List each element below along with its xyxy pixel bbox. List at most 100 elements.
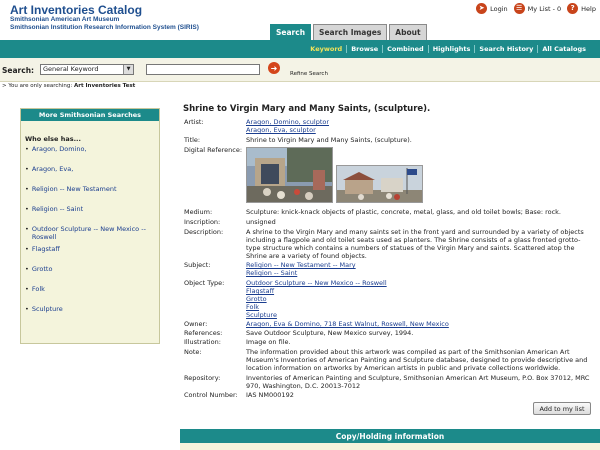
subnav-search-history[interactable]: Search History bbox=[474, 45, 537, 53]
main-tabs: Search Search Images About bbox=[270, 24, 427, 40]
login-link[interactable]: ➤ Login bbox=[476, 3, 508, 14]
museum-name[interactable]: Smithsonian American Art Museum bbox=[10, 16, 119, 23]
sidebar-item-label: Flagstaff bbox=[31, 245, 60, 253]
medium-value: Sculpture: knick-knack objects of plasti… bbox=[246, 208, 561, 216]
subnav-all-catalogs[interactable]: All Catalogs bbox=[537, 45, 590, 53]
sidebar-item[interactable]: • Aragon, Domino, bbox=[25, 145, 155, 153]
sidebar-item-label: Religion -- New Testament bbox=[31, 185, 117, 193]
sidebar-item[interactable]: • Folk bbox=[25, 285, 155, 293]
object-type-link[interactable]: Folk bbox=[246, 303, 592, 311]
owner-link[interactable]: Aragon, Eva & Domino, 718 East Walnut, R… bbox=[246, 320, 592, 328]
subject-link[interactable]: Religion -- Saint bbox=[246, 269, 592, 277]
artwork-thumbnail-2[interactable] bbox=[336, 165, 423, 203]
object-type-link[interactable]: Outdoor Sculpture -- New Mexico -- Roswe… bbox=[246, 279, 592, 287]
repository-value: Inventories of American Painting and Scu… bbox=[246, 374, 590, 390]
artwork-thumbnail-1[interactable] bbox=[246, 147, 333, 203]
search-type-value: General Keyword bbox=[43, 65, 99, 73]
subnav-combined[interactable]: Combined bbox=[382, 45, 428, 53]
title-value: Shrine to Virgin Mary and Many Saints, (… bbox=[246, 136, 412, 144]
shrine-photo-1 bbox=[247, 148, 332, 202]
refine-search-link[interactable]: Refine Search bbox=[290, 71, 328, 77]
catalog-title[interactable]: Art Inventories Catalog bbox=[10, 3, 142, 17]
search-scope: > You are only searching: Art Inventorie… bbox=[2, 83, 135, 89]
login-arrow-icon: ➤ bbox=[476, 3, 488, 14]
tab-search[interactable]: Search bbox=[270, 24, 312, 40]
note-value: The information provided about this artw… bbox=[246, 348, 588, 372]
subnav-browse[interactable]: Browse bbox=[346, 45, 382, 53]
bullet-icon: • bbox=[25, 245, 29, 253]
description-value: A shrine to the Virgin Mary and many sai… bbox=[246, 228, 584, 260]
owner-value: Aragon, Eva & Domino, 718 East Walnut, R… bbox=[246, 320, 592, 328]
search-input[interactable] bbox=[146, 64, 260, 75]
search-type-select[interactable]: General Keyword ▼ bbox=[40, 64, 134, 75]
sidebar-item[interactable]: • Aragon, Eva, bbox=[25, 165, 155, 173]
object-type-label: Object Type: bbox=[184, 279, 225, 287]
subnav-highlights[interactable]: Highlights bbox=[427, 45, 475, 53]
login-label: Login bbox=[490, 4, 508, 13]
tab-about[interactable]: About bbox=[389, 24, 427, 40]
help-label: Help bbox=[581, 4, 596, 13]
control-number-label: Control Number: bbox=[184, 391, 238, 399]
illustration-value: Image on file. bbox=[246, 338, 291, 346]
sidebar-item-label: Aragon, Domino, bbox=[31, 145, 87, 153]
more-searches-sidebar: More Smithsonian Searches Who else has..… bbox=[20, 108, 160, 344]
sidebar-item[interactable]: • Grotto bbox=[25, 265, 155, 273]
description-label: Description: bbox=[184, 228, 224, 236]
inscription-label: Inscription: bbox=[184, 218, 221, 226]
artist-label: Artist: bbox=[184, 118, 204, 126]
help-icon: ? bbox=[567, 3, 579, 14]
references-label: References: bbox=[184, 329, 223, 337]
medium-label: Medium: bbox=[184, 208, 213, 216]
bullet-icon: • bbox=[25, 165, 29, 173]
bullet-icon: • bbox=[25, 285, 29, 293]
siris-name[interactable]: Smithsonian Institution Research Informa… bbox=[10, 24, 199, 31]
subnav-keyword[interactable]: Keyword bbox=[306, 45, 346, 53]
copy-holding-panel bbox=[180, 443, 600, 450]
who-else-heading: Who else has... bbox=[25, 135, 81, 143]
object-type-value: Outdoor Sculpture -- New Mexico -- Roswe… bbox=[246, 279, 592, 319]
sidebar-item-label: Folk bbox=[31, 285, 45, 293]
sidebar-item-label: Sculpture bbox=[31, 305, 63, 313]
search-label: Search: bbox=[2, 66, 35, 75]
sidebar-item[interactable]: • Religion -- New Testament bbox=[25, 185, 155, 193]
bullet-icon: • bbox=[25, 145, 29, 153]
references-value: Save Outdoor Sculpture, New Mexico surve… bbox=[246, 329, 414, 337]
record-title: Shrine to Virgin Mary and Many Saints, (… bbox=[183, 104, 431, 114]
title-label: Title: bbox=[184, 136, 201, 144]
scope-value: Art Inventories Test bbox=[74, 83, 136, 89]
search-go-button[interactable]: ➜ bbox=[268, 62, 280, 74]
digital-reference-label: Digital Reference: bbox=[184, 146, 243, 154]
object-type-link[interactable]: Sculpture bbox=[246, 311, 592, 319]
artist-link[interactable]: Aragon, Domino, sculptor bbox=[246, 118, 592, 126]
sidebar-item[interactable]: • Sculpture bbox=[25, 305, 155, 313]
subject-link[interactable]: Religion -- New Testament -- Mary bbox=[246, 261, 592, 269]
add-to-list-button[interactable]: Add to my list bbox=[533, 402, 591, 415]
object-type-link[interactable]: Grotto bbox=[246, 295, 592, 303]
sidebar-item-label: Grotto bbox=[31, 265, 53, 273]
sidebar-item[interactable]: • Religion -- Saint bbox=[25, 205, 155, 213]
subject-label: Subject: bbox=[184, 261, 211, 269]
copy-holding-heading: Copy/Holding information bbox=[180, 429, 600, 443]
my-list-label: My List - 0 bbox=[527, 4, 562, 13]
sidebar-item[interactable]: • Flagstaff bbox=[25, 245, 155, 253]
my-list-link[interactable]: ☰ My List - 0 bbox=[513, 3, 562, 14]
note-label: Note: bbox=[184, 348, 202, 356]
object-type-link[interactable]: Flagstaff bbox=[246, 287, 592, 295]
inscription-value: unsigned bbox=[246, 218, 276, 226]
bullet-icon: • bbox=[25, 185, 29, 193]
sidebar-item-label: Religion -- Saint bbox=[31, 205, 84, 213]
tab-search-images[interactable]: Search Images bbox=[313, 24, 388, 40]
help-link[interactable]: ? Help bbox=[567, 3, 596, 14]
shrine-photo-2 bbox=[337, 166, 422, 202]
sidebar-heading: More Smithsonian Searches bbox=[21, 109, 159, 121]
artist-link[interactable]: Aragon, Eva, sculptor bbox=[246, 126, 592, 134]
sidebar-item[interactable]: • Outdoor Sculpture -- New Mexico -- Rosw… bbox=[25, 225, 155, 241]
repository-label: Repository: bbox=[184, 374, 221, 382]
scope-prefix: > You are only searching: bbox=[2, 83, 73, 89]
bullet-icon: • bbox=[25, 225, 29, 233]
list-icon: ☰ bbox=[513, 3, 525, 14]
subject-value: Religion -- New Testament -- Mary Religi… bbox=[246, 261, 592, 277]
search-subnav: Keyword Browse Combined Highlights Searc… bbox=[0, 40, 600, 58]
bullet-icon: • bbox=[25, 265, 29, 273]
bullet-icon: • bbox=[25, 305, 29, 313]
